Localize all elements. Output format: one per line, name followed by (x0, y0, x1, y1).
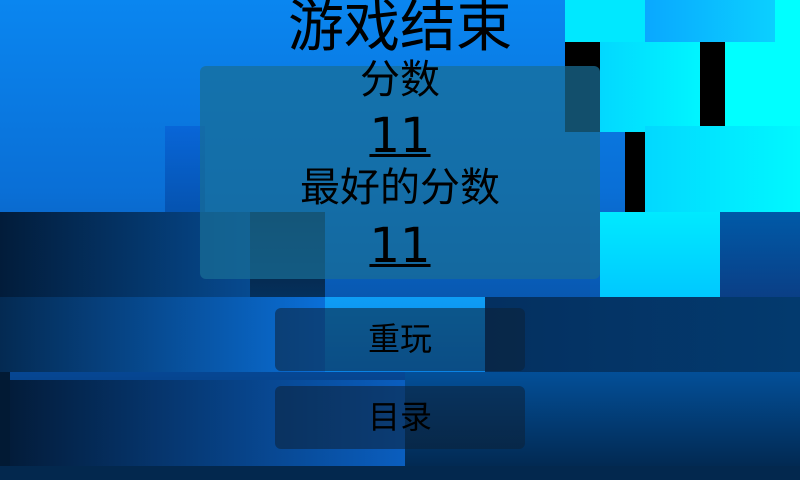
score-label: 分数 (360, 57, 440, 103)
best-score-value: 11 (369, 218, 431, 274)
scene-block (0, 372, 10, 480)
scene-block (0, 466, 800, 480)
replay-button[interactable]: 重玩 (275, 308, 525, 371)
menu-button[interactable]: 目录 (275, 386, 525, 449)
score-value: 11 (369, 108, 431, 164)
best-score-label: 最好的分数 (300, 165, 500, 211)
game-over-title: 游戏结束 (288, 0, 512, 60)
scene-block (485, 297, 800, 372)
